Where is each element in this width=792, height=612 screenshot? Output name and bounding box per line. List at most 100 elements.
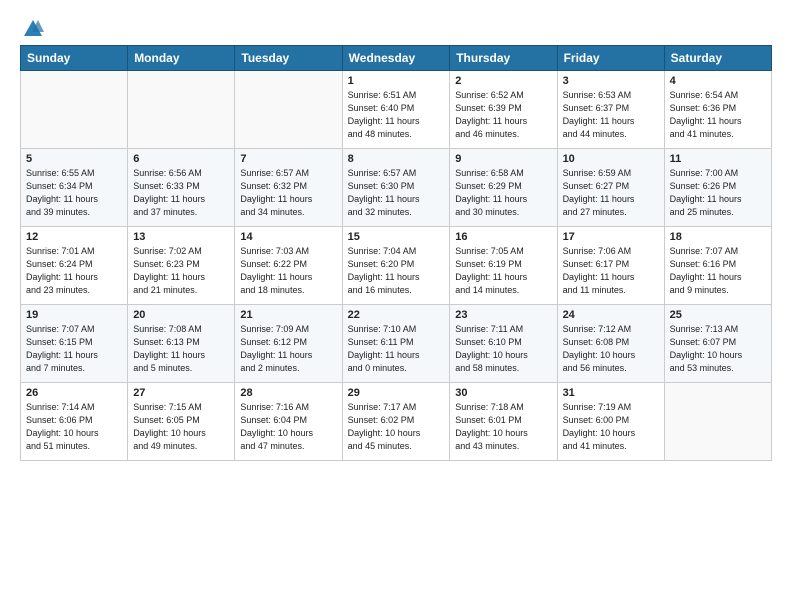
day-cell: 9 Sunrise: 6:58 AM Sunset: 6:29 PM Daylig…: [450, 149, 557, 227]
day-cell: 13Sunrise: 7:02 AM Sunset: 6:23 PM Dayli…: [128, 227, 235, 305]
day-info: Sunrise: 6:53 AM Sunset: 6:37 PM Dayligh…: [563, 89, 659, 141]
day-number: 22: [348, 309, 445, 321]
day-info: Sunrise: 7:16 AM Sunset: 6:04 PM Dayligh…: [240, 401, 336, 453]
day-number: 9: [455, 153, 551, 165]
day-cell: 25 Sunrise: 7:13 AM Sunset: 6:07 PM Dayli…: [664, 305, 771, 383]
day-number: 16: [455, 231, 551, 243]
day-cell: 10Sunrise: 6:59 AM Sunset: 6:27 PM Dayli…: [557, 149, 664, 227]
day-cell: [664, 383, 771, 461]
day-cell: 2 Sunrise: 6:52 AM Sunset: 6:39 PM Daylig…: [450, 71, 557, 149]
day-info: Sunrise: 7:07 AM Sunset: 6:16 PM Dayligh…: [670, 245, 766, 297]
day-info: Sunrise: 6:57 AM Sunset: 6:32 PM Dayligh…: [240, 167, 336, 219]
day-number: 12: [26, 231, 122, 243]
day-info: Sunrise: 7:17 AM Sunset: 6:02 PM Dayligh…: [348, 401, 445, 453]
day-info: Sunrise: 7:13 AM Sunset: 6:07 PM Dayligh…: [670, 323, 766, 375]
day-cell: 29Sunrise: 7:17 AM Sunset: 6:02 PM Dayli…: [342, 383, 450, 461]
weekday-saturday: Saturday: [664, 46, 771, 71]
day-number: 25: [670, 309, 766, 321]
day-cell: 17Sunrise: 7:06 AM Sunset: 6:17 PM Dayli…: [557, 227, 664, 305]
day-info: Sunrise: 6:56 AM Sunset: 6:33 PM Dayligh…: [133, 167, 229, 219]
day-number: 27: [133, 387, 229, 399]
weekday-tuesday: Tuesday: [235, 46, 342, 71]
day-cell: 24Sunrise: 7:12 AM Sunset: 6:08 PM Dayli…: [557, 305, 664, 383]
day-number: 23: [455, 309, 551, 321]
day-number: 17: [563, 231, 659, 243]
day-number: 20: [133, 309, 229, 321]
day-number: 3: [563, 75, 659, 87]
day-cell: 7 Sunrise: 6:57 AM Sunset: 6:32 PM Daylig…: [235, 149, 342, 227]
day-info: Sunrise: 7:18 AM Sunset: 6:01 PM Dayligh…: [455, 401, 551, 453]
day-cell: 23 Sunrise: 7:11 AM Sunset: 6:10 PM Dayli…: [450, 305, 557, 383]
day-info: Sunrise: 7:11 AM Sunset: 6:10 PM Dayligh…: [455, 323, 551, 375]
week-row-3: 12 Sunrise: 7:01 AM Sunset: 6:24 PM Dayli…: [21, 227, 772, 305]
day-cell: 3 Sunrise: 6:53 AM Sunset: 6:37 PM Daylig…: [557, 71, 664, 149]
day-number: 11: [670, 153, 766, 165]
day-info: Sunrise: 7:09 AM Sunset: 6:12 PM Dayligh…: [240, 323, 336, 375]
weekday-thursday: Thursday: [450, 46, 557, 71]
day-cell: [128, 71, 235, 149]
day-number: 26: [26, 387, 122, 399]
day-cell: 14 Sunrise: 7:03 AM Sunset: 6:22 PM Dayli…: [235, 227, 342, 305]
day-number: 2: [455, 75, 551, 87]
day-info: Sunrise: 6:55 AM Sunset: 6:34 PM Dayligh…: [26, 167, 122, 219]
day-cell: 11 Sunrise: 7:00 AM Sunset: 6:26 PM Dayli…: [664, 149, 771, 227]
day-info: Sunrise: 7:04 AM Sunset: 6:20 PM Dayligh…: [348, 245, 445, 297]
day-cell: 16 Sunrise: 7:05 AM Sunset: 6:19 PM Dayli…: [450, 227, 557, 305]
day-number: 31: [563, 387, 659, 399]
day-number: 14: [240, 231, 336, 243]
day-info: Sunrise: 7:10 AM Sunset: 6:11 PM Dayligh…: [348, 323, 445, 375]
day-cell: 21 Sunrise: 7:09 AM Sunset: 6:12 PM Dayli…: [235, 305, 342, 383]
day-number: 28: [240, 387, 336, 399]
day-cell: 22 Sunrise: 7:10 AM Sunset: 6:11 PM Dayli…: [342, 305, 450, 383]
day-number: 8: [348, 153, 445, 165]
week-row-2: 5 Sunrise: 6:55 AM Sunset: 6:34 PM Daylig…: [21, 149, 772, 227]
day-cell: 12 Sunrise: 7:01 AM Sunset: 6:24 PM Dayli…: [21, 227, 128, 305]
day-info: Sunrise: 7:05 AM Sunset: 6:19 PM Dayligh…: [455, 245, 551, 297]
day-cell: [235, 71, 342, 149]
day-info: Sunrise: 7:00 AM Sunset: 6:26 PM Dayligh…: [670, 167, 766, 219]
day-number: 15: [348, 231, 445, 243]
weekday-header-row: SundayMondayTuesdayWednesdayThursdayFrid…: [21, 46, 772, 71]
day-info: Sunrise: 7:12 AM Sunset: 6:08 PM Dayligh…: [563, 323, 659, 375]
day-cell: 31 Sunrise: 7:19 AM Sunset: 6:00 PM Dayli…: [557, 383, 664, 461]
calendar: SundayMondayTuesdayWednesdayThursdayFrid…: [20, 45, 772, 461]
day-info: Sunrise: 6:58 AM Sunset: 6:29 PM Dayligh…: [455, 167, 551, 219]
day-cell: 4 Sunrise: 6:54 AM Sunset: 6:36 PM Daylig…: [664, 71, 771, 149]
day-number: 18: [670, 231, 766, 243]
day-number: 6: [133, 153, 229, 165]
day-info: Sunrise: 7:19 AM Sunset: 6:00 PM Dayligh…: [563, 401, 659, 453]
day-info: Sunrise: 6:52 AM Sunset: 6:39 PM Dayligh…: [455, 89, 551, 141]
day-cell: 5 Sunrise: 6:55 AM Sunset: 6:34 PM Daylig…: [21, 149, 128, 227]
weekday-sunday: Sunday: [21, 46, 128, 71]
day-number: 30: [455, 387, 551, 399]
day-number: 10: [563, 153, 659, 165]
day-cell: 26Sunrise: 7:14 AM Sunset: 6:06 PM Dayli…: [21, 383, 128, 461]
page: SundayMondayTuesdayWednesdayThursdayFrid…: [0, 0, 792, 612]
day-number: 7: [240, 153, 336, 165]
day-number: 4: [670, 75, 766, 87]
day-cell: 1Sunrise: 6:51 AM Sunset: 6:40 PM Daylig…: [342, 71, 450, 149]
day-cell: 30 Sunrise: 7:18 AM Sunset: 6:01 PM Dayli…: [450, 383, 557, 461]
day-info: Sunrise: 7:01 AM Sunset: 6:24 PM Dayligh…: [26, 245, 122, 297]
day-cell: 18 Sunrise: 7:07 AM Sunset: 6:16 PM Dayli…: [664, 227, 771, 305]
day-number: 19: [26, 309, 122, 321]
day-info: Sunrise: 6:54 AM Sunset: 6:36 PM Dayligh…: [670, 89, 766, 141]
day-cell: 27Sunrise: 7:15 AM Sunset: 6:05 PM Dayli…: [128, 383, 235, 461]
header: [20, 18, 772, 37]
day-cell: [21, 71, 128, 149]
day-cell: 6 Sunrise: 6:56 AM Sunset: 6:33 PM Daylig…: [128, 149, 235, 227]
week-row-5: 26Sunrise: 7:14 AM Sunset: 6:06 PM Dayli…: [21, 383, 772, 461]
day-info: Sunrise: 6:51 AM Sunset: 6:40 PM Dayligh…: [348, 89, 445, 141]
day-cell: 20 Sunrise: 7:08 AM Sunset: 6:13 PM Dayli…: [128, 305, 235, 383]
day-info: Sunrise: 7:02 AM Sunset: 6:23 PM Dayligh…: [133, 245, 229, 297]
logo-icon: [22, 18, 44, 40]
day-number: 5: [26, 153, 122, 165]
weekday-friday: Friday: [557, 46, 664, 71]
day-info: Sunrise: 7:03 AM Sunset: 6:22 PM Dayligh…: [240, 245, 336, 297]
day-cell: 19Sunrise: 7:07 AM Sunset: 6:15 PM Dayli…: [21, 305, 128, 383]
week-row-4: 19Sunrise: 7:07 AM Sunset: 6:15 PM Dayli…: [21, 305, 772, 383]
day-cell: 15 Sunrise: 7:04 AM Sunset: 6:20 PM Dayli…: [342, 227, 450, 305]
day-info: Sunrise: 6:57 AM Sunset: 6:30 PM Dayligh…: [348, 167, 445, 219]
day-number: 21: [240, 309, 336, 321]
day-info: Sunrise: 7:08 AM Sunset: 6:13 PM Dayligh…: [133, 323, 229, 375]
